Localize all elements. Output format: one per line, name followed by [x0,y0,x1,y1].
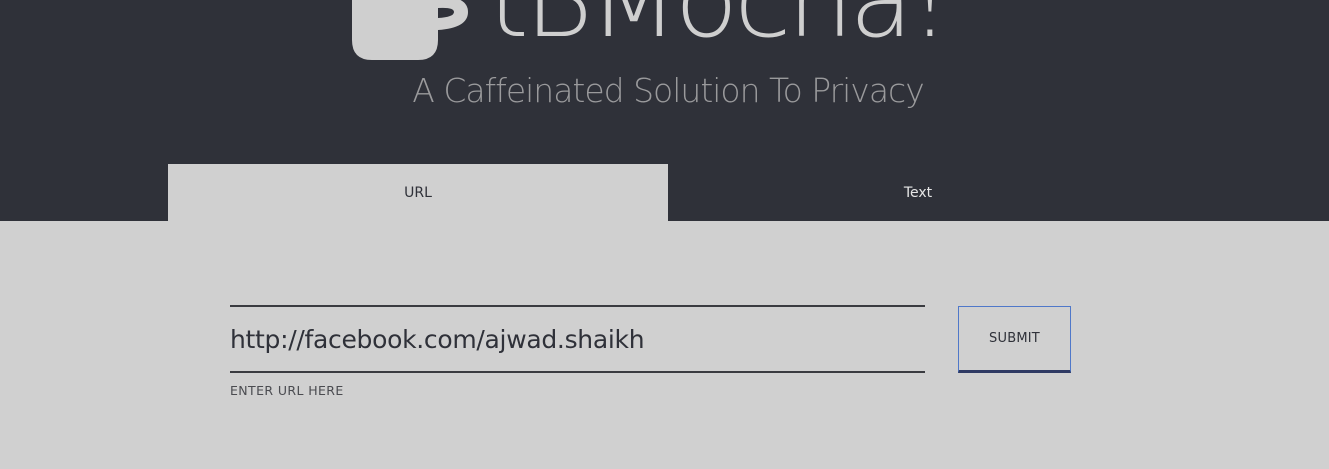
url-field [230,305,925,373]
url-field-label: ENTER URL HERE [230,383,344,398]
submit-button[interactable]: SUBMIT [958,306,1071,373]
brand-title: tBMocha! [488,0,951,61]
tab-text-label: Text [903,184,933,201]
tagline: A Caffeinated Solution To Privacy [412,71,924,110]
url-input[interactable] [230,307,925,371]
tab-url[interactable]: URL [168,164,668,221]
submit-button-label: SUBMIT [989,331,1040,346]
tab-url-label: URL [404,184,432,201]
tab-text[interactable]: Text [668,164,1168,221]
site-header: tBMocha! A Caffeinated Solution To Priva… [0,0,1329,221]
coffee-mug-icon [352,0,468,60]
